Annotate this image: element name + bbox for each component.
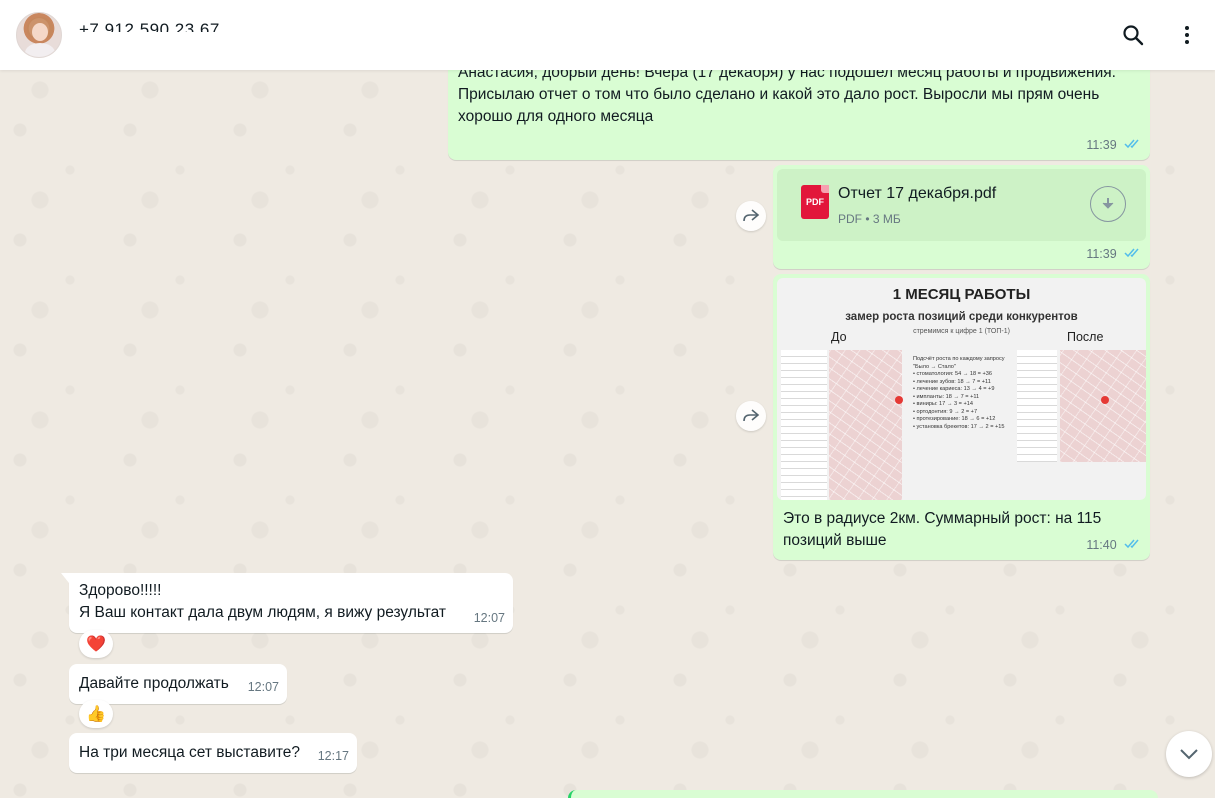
report-title: 1 МЕСЯЦ РАБОТЫ — [892, 286, 1031, 303]
contact-name[interactable]: +7 912 590 23 67 — [79, 20, 220, 32]
outgoing-message-partial — [568, 790, 1158, 798]
chevron-down-icon[interactable] — [1166, 731, 1212, 777]
outgoing-image-message[interactable]: 1 МЕСЯЦ РАБОТЫ замер роста позиций среди… — [773, 274, 1150, 560]
download-icon[interactable] — [1090, 186, 1126, 222]
message-text: Здорово!!!!! — [79, 582, 162, 599]
file-attachment[interactable]: PDF Отчет 17 декабря.pdf PDF • 3 МБ — [777, 169, 1146, 241]
message-text: Присылаю отчет о том что было сделано и … — [458, 86, 1100, 125]
image-caption: Это в радиусе 2км. Суммарный рост: на 11… — [783, 510, 1102, 549]
search-icon[interactable] — [1118, 20, 1148, 50]
message-time: 11:39 — [1086, 247, 1117, 261]
search-results-panel — [1017, 350, 1057, 462]
file-info: PDF • 3 МБ — [838, 212, 901, 226]
message-text: Я Ваш контакт дала двум людям, я вижу ре… — [79, 604, 447, 621]
more-vertical-icon[interactable] — [1172, 20, 1202, 50]
message-time: 12:17 — [317, 749, 349, 763]
message-text: На три месяца сет выставите? — [79, 744, 301, 761]
report-stats: Подсчёт роста по каждому запросу "Было →… — [913, 356, 1005, 430]
incoming-message[interactable]: Здорово!!!!! Я Ваш контакт дала двум люд… — [61, 573, 513, 633]
file-name: Отчет 17 декабря.pdf — [838, 185, 997, 202]
map-before — [829, 350, 902, 500]
message-time: 11:40 — [1086, 538, 1117, 552]
reaction-heart[interactable]: ❤️ — [79, 630, 113, 658]
map-after — [1060, 350, 1146, 462]
incoming-message[interactable]: На три месяца сет выставите? 12:17 — [69, 733, 357, 773]
report-label-before: До — [831, 330, 847, 344]
report-label-after: После — [1067, 330, 1104, 344]
double-check-icon — [1124, 134, 1142, 156]
incoming-message[interactable]: Давайте продолжать 12:07 — [69, 664, 287, 704]
avatar[interactable] — [16, 12, 62, 58]
map-pin-icon — [895, 396, 903, 404]
chat-header: +7 912 590 23 67 — [0, 0, 1215, 70]
search-results-panel — [781, 350, 827, 500]
forward-icon[interactable] — [736, 201, 766, 231]
report-image[interactable]: 1 МЕСЯЦ РАБОТЫ замер роста позиций среди… — [777, 278, 1146, 500]
forward-icon[interactable] — [736, 401, 766, 431]
map-pin-icon — [1101, 396, 1109, 404]
pdf-file-icon: PDF — [801, 185, 829, 219]
message-time: 12:07 — [247, 680, 279, 694]
double-check-icon — [1124, 243, 1142, 265]
reaction-thumbs-up[interactable]: 👍 — [79, 700, 113, 728]
outgoing-file-message[interactable]: PDF Отчет 17 декабря.pdf PDF • 3 МБ 11:3… — [773, 165, 1150, 269]
double-check-icon — [1124, 534, 1142, 556]
message-time: 12:07 — [473, 611, 505, 625]
message-time: 11:39 — [1086, 138, 1117, 152]
